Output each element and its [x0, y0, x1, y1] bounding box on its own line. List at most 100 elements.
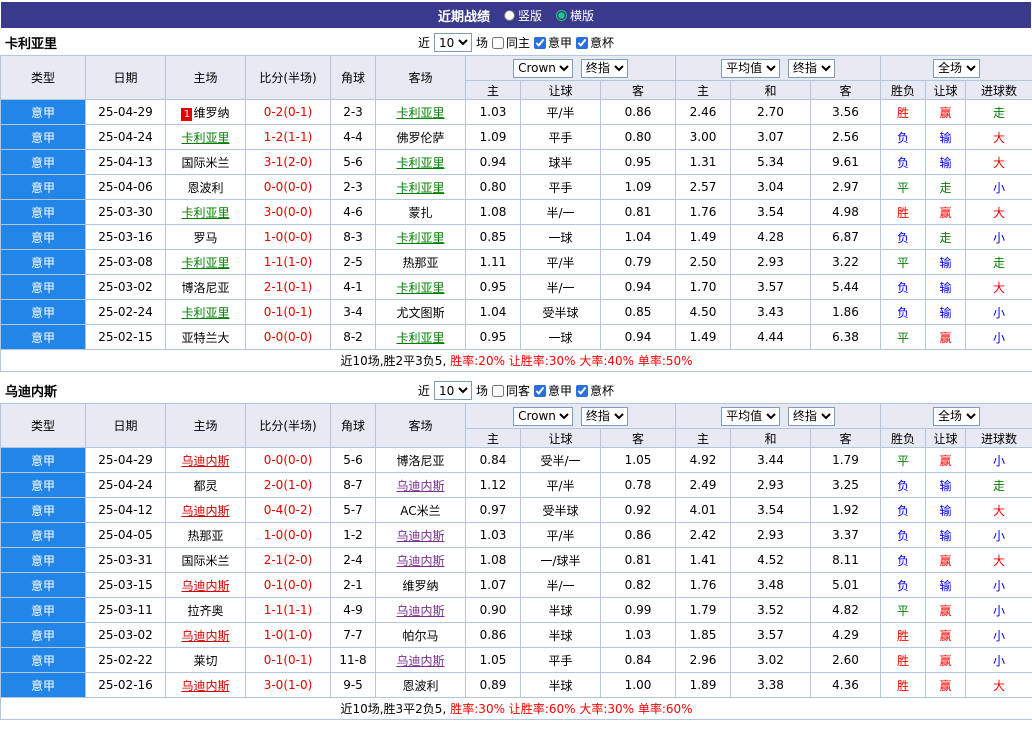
home-team-link[interactable]: 维罗纳 [193, 106, 229, 120]
home-team-link[interactable]: 罗马 [193, 231, 217, 245]
away-team-link[interactable]: 乌迪内斯 [396, 604, 444, 618]
cup-filter[interactable]: 意杯 [576, 34, 614, 51]
scope-select[interactable]: 全场 [933, 59, 980, 78]
home-team-link[interactable]: 亚特兰大 [181, 331, 229, 345]
serie-a-filter[interactable]: 意甲 [534, 382, 572, 399]
cup-checkbox[interactable] [576, 385, 588, 397]
away-team-link[interactable]: 卡利亚里 [396, 181, 444, 195]
horizontal-view-radio[interactable] [556, 10, 567, 21]
away-team-link[interactable]: 卡利亚里 [396, 331, 444, 345]
score-cell[interactable]: 0-1(0-1) [246, 300, 331, 325]
away-team-link[interactable]: 热那亚 [402, 256, 438, 270]
away-team-link[interactable]: 帕尔马 [402, 629, 438, 643]
home-team-link[interactable]: 乌迪内斯 [181, 579, 229, 593]
away-team-link[interactable]: 维罗纳 [402, 579, 438, 593]
same-venue-checkbox[interactable] [492, 37, 504, 49]
home-team-link[interactable]: 卡利亚里 [181, 131, 229, 145]
score-cell[interactable]: 0-4(0-2) [246, 498, 331, 523]
serie-a-filter[interactable]: 意甲 [534, 34, 572, 51]
score-cell[interactable]: 0-0(0-0) [246, 175, 331, 200]
recent-count-select[interactable]: 10 [434, 381, 472, 400]
vertical-view-radio[interactable] [504, 10, 515, 21]
match-row: 意甲 25-03-31 国际米兰 2-1(2-0) 2-4 乌迪内斯 1.08 … [1, 548, 1032, 573]
home-team-link[interactable]: 乌迪内斯 [181, 454, 229, 468]
bookmaker-select[interactable]: Crown [513, 59, 573, 78]
score-cell[interactable]: 3-1(2-0) [246, 150, 331, 175]
home-team-link[interactable]: 都灵 [193, 479, 217, 493]
scope-select[interactable]: 全场 [933, 407, 980, 426]
away-team-cell: 博洛尼亚 [376, 448, 466, 473]
away-team-link[interactable]: 博洛尼亚 [396, 454, 444, 468]
away-team-link[interactable]: 卡利亚里 [396, 231, 444, 245]
average-select[interactable]: 平均值 [721, 59, 780, 78]
cup-filter[interactable]: 意杯 [576, 382, 614, 399]
home-team-link[interactable]: 乌迪内斯 [181, 504, 229, 518]
away-team-cell: 乌迪内斯 [376, 523, 466, 548]
home-team-link[interactable]: 博洛尼亚 [181, 281, 229, 295]
average-stage-select[interactable]: 终指 [788, 59, 835, 78]
home-team-link[interactable]: 拉齐奥 [187, 604, 223, 618]
score-cell[interactable]: 0-2(0-1) [246, 100, 331, 125]
score-cell[interactable]: 1-1(1-1) [246, 598, 331, 623]
score-cell[interactable]: 0-1(0-0) [246, 573, 331, 598]
score-cell[interactable]: 2-1(2-0) [246, 548, 331, 573]
same-venue-checkbox[interactable] [492, 385, 504, 397]
home-team-link[interactable]: 乌迪内斯 [181, 629, 229, 643]
score-cell[interactable]: 3-0(0-0) [246, 200, 331, 225]
away-team-link[interactable]: 乌迪内斯 [396, 654, 444, 668]
home-team-link[interactable]: 恩波利 [187, 181, 223, 195]
score-cell[interactable]: 2-0(1-0) [246, 473, 331, 498]
score-cell[interactable]: 1-0(0-0) [246, 523, 331, 548]
result-scope-group: 全场 [881, 404, 1032, 429]
euro-home-odds: 2.42 [676, 523, 731, 548]
average-select[interactable]: 平均值 [721, 407, 780, 426]
away-team-link[interactable]: 尤文图斯 [396, 306, 444, 320]
away-team-link[interactable]: 乌迪内斯 [396, 529, 444, 543]
recent-count-select[interactable]: 10 [434, 33, 472, 52]
score-cell[interactable]: 1-0(1-0) [246, 623, 331, 648]
score-cell[interactable]: 1-0(0-0) [246, 225, 331, 250]
average-stage-select[interactable]: 终指 [788, 407, 835, 426]
home-team-link[interactable]: 卡利亚里 [181, 206, 229, 220]
away-team-link[interactable]: AC米兰 [400, 504, 440, 518]
same-venue-filter[interactable]: 同客 [492, 382, 530, 399]
home-team-link[interactable]: 卡利亚里 [181, 306, 229, 320]
score-cell[interactable]: 1-2(1-1) [246, 125, 331, 150]
cup-checkbox[interactable] [576, 37, 588, 49]
view-option-horizontal[interactable]: 横版 [556, 7, 594, 24]
bookmaker-stage-select[interactable]: 终指 [581, 59, 628, 78]
home-team-link[interactable]: 乌迪内斯 [181, 679, 229, 693]
away-team-link[interactable]: 卡利亚里 [396, 156, 444, 170]
score-cell[interactable]: 0-0(0-0) [246, 325, 331, 350]
score-cell[interactable]: 2-1(0-1) [246, 275, 331, 300]
away-team-link[interactable]: 恩波利 [402, 679, 438, 693]
away-team-cell: 卡利亚里 [376, 325, 466, 350]
score-cell[interactable]: 1-1(1-0) [246, 250, 331, 275]
away-team-link[interactable]: 卡利亚里 [396, 106, 444, 120]
handicap-odds-group: Crown 终指 [466, 56, 676, 81]
bookmaker-stage-select[interactable]: 终指 [581, 407, 628, 426]
bookmaker-select[interactable]: Crown [513, 407, 573, 426]
home-team-link[interactable]: 国际米兰 [181, 156, 229, 170]
home-team-cell: 都灵 [166, 473, 246, 498]
result-handicap: 赢 [926, 648, 966, 673]
home-team-link[interactable]: 国际米兰 [181, 554, 229, 568]
euro-away-odds: 2.60 [811, 648, 881, 673]
score-cell[interactable]: 3-0(1-0) [246, 673, 331, 698]
serie-a-checkbox[interactable] [534, 37, 546, 49]
view-option-vertical[interactable]: 竖版 [504, 7, 542, 24]
away-team-link[interactable]: 乌迪内斯 [396, 554, 444, 568]
serie-a-checkbox[interactable] [534, 385, 546, 397]
same-venue-filter[interactable]: 同主 [492, 34, 530, 51]
home-team-link[interactable]: 热那亚 [187, 529, 223, 543]
home-team-link[interactable]: 莱切 [193, 654, 217, 668]
euro-draw-odds: 3.38 [731, 673, 811, 698]
away-team-link[interactable]: 卡利亚里 [396, 281, 444, 295]
away-team-link[interactable]: 蒙扎 [408, 206, 432, 220]
score-cell[interactable]: 0-1(0-1) [246, 648, 331, 673]
home-team-link[interactable]: 卡利亚里 [181, 256, 229, 270]
score-cell[interactable]: 0-0(0-0) [246, 448, 331, 473]
away-team-link[interactable]: 佛罗伦萨 [396, 131, 444, 145]
away-team-link[interactable]: 乌迪内斯 [396, 479, 444, 493]
away-team-cell: 卡利亚里 [376, 175, 466, 200]
